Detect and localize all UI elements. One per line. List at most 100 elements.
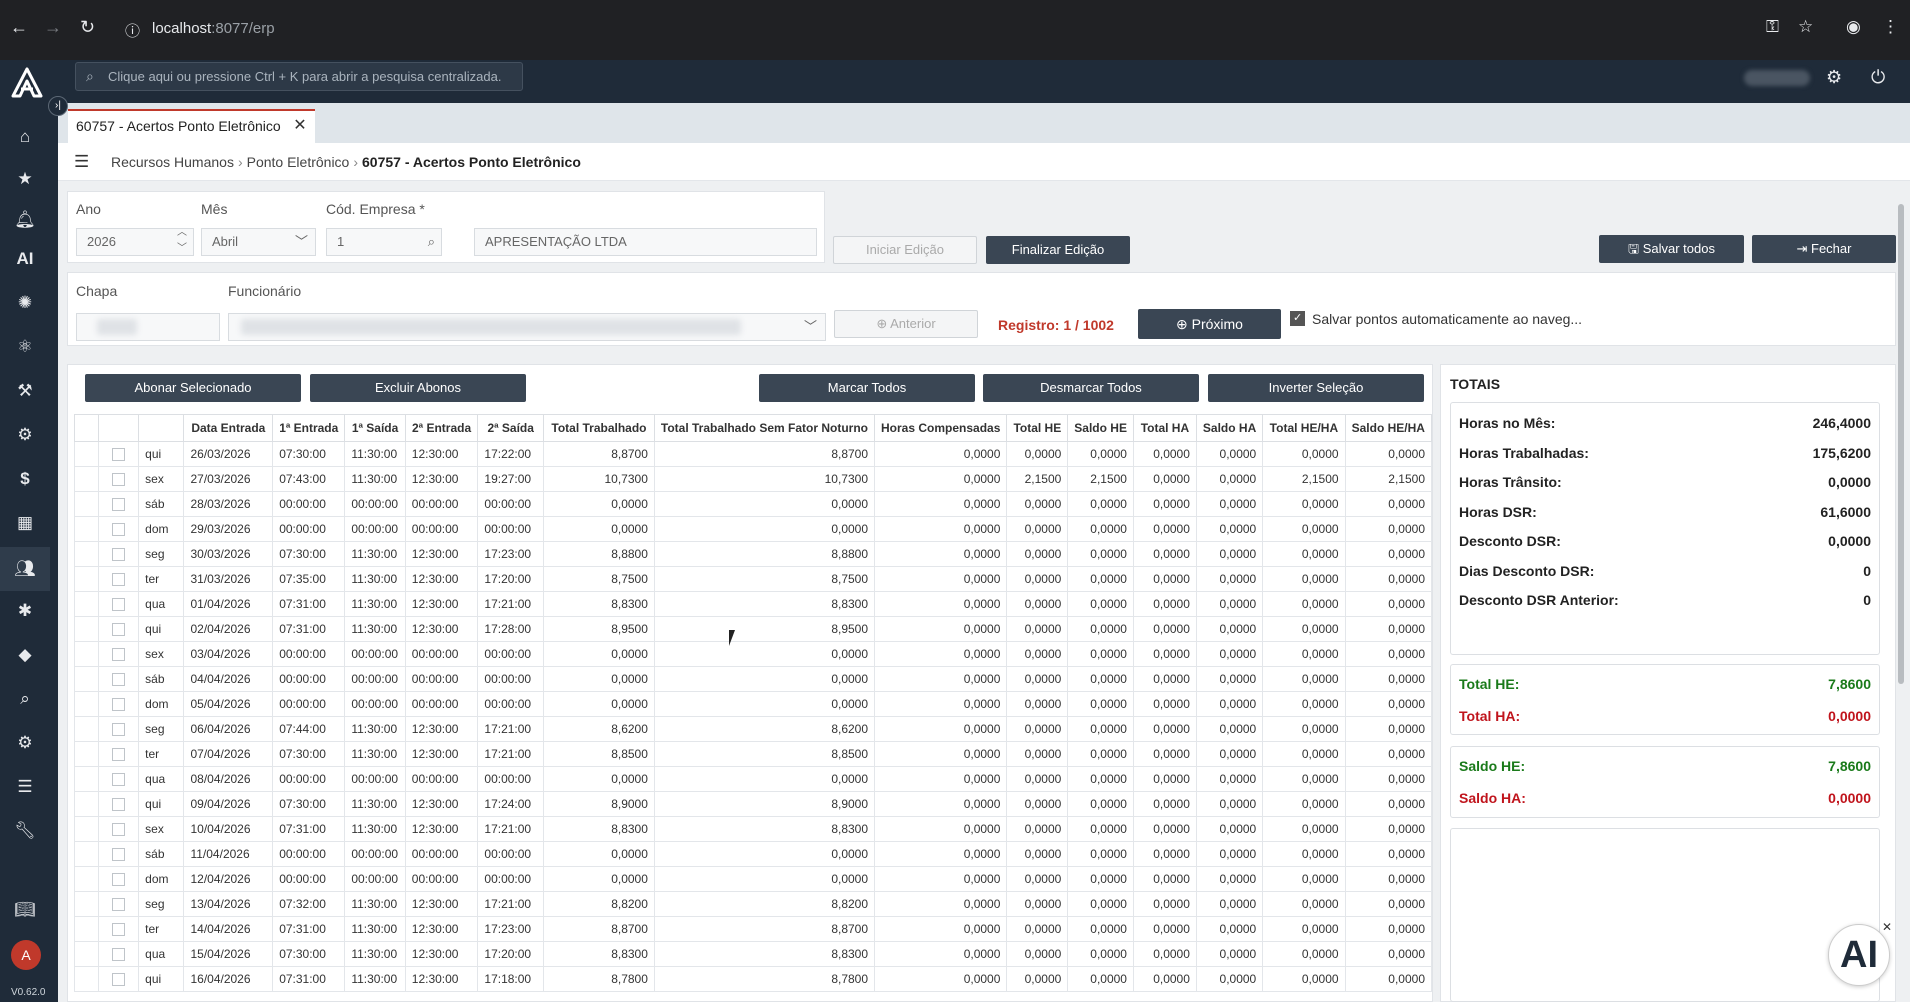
- table-row[interactable]: ter 07/04/2026 07:30:00 11:30:00 12:30:00 17:…: [74, 741, 1432, 767]
- browser-menu-icon[interactable]: ⋮: [1882, 17, 1899, 37]
- network-icon[interactable]: ✱: [0, 601, 50, 621]
- tag-icon[interactable]: ◆: [0, 645, 50, 665]
- notifications-bell-icon[interactable]: 🔔︎: [0, 210, 50, 230]
- reload-icon[interactable]: ↻: [80, 17, 95, 38]
- hamburger-menu-icon[interactable]: ☰: [74, 152, 89, 172]
- user-avatar[interactable]: A: [11, 940, 41, 970]
- row-checkbox[interactable]: [112, 748, 126, 762]
- finalizar-edicao-button[interactable]: Finalizar Edição: [986, 236, 1130, 264]
- user-name-redacted[interactable]: [1744, 70, 1810, 86]
- abonar-selecionado-button[interactable]: Abonar Selecionado: [85, 374, 301, 402]
- forward-icon[interactable]: →: [44, 17, 62, 38]
- module-sun-icon[interactable]: ✺: [0, 293, 50, 313]
- settings-gear-icon[interactable]: ⚙: [1826, 67, 1842, 88]
- ai-menu-icon[interactable]: AI: [0, 249, 50, 269]
- column-header[interactable]: Saldo HE/HA: [1344, 414, 1432, 442]
- row-checkbox[interactable]: [112, 973, 126, 987]
- column-header[interactable]: Horas Compensadas: [874, 414, 1008, 442]
- column-header[interactable]: 2ª Saída: [477, 414, 544, 442]
- table-row[interactable]: dom 05/04/2026 00:00:00 00:00:00 00:00:00 00:…: [74, 691, 1432, 717]
- row-checkbox[interactable]: [112, 573, 126, 587]
- row-checkbox[interactable]: [112, 673, 126, 687]
- row-checkbox[interactable]: [112, 473, 126, 487]
- row-checkbox[interactable]: [112, 898, 126, 912]
- row-checkbox[interactable]: [112, 698, 126, 712]
- excluir-abonos-button[interactable]: Excluir Abonos: [310, 374, 526, 402]
- fechar-button[interactable]: ⇥ Fechar: [1752, 235, 1896, 263]
- favorites-star-icon[interactable]: ★: [0, 169, 50, 189]
- finance-dollar-icon[interactable]: $: [0, 469, 50, 489]
- salvar-todos-button[interactable]: 🖫︎ Salvar todos: [1599, 235, 1744, 263]
- table-row[interactable]: qua 01/04/2026 07:31:00 11:30:00 12:30:00 17:…: [74, 591, 1432, 617]
- table-row[interactable]: qua 08/04/2026 00:00:00 00:00:00 00:00:00 00:…: [74, 766, 1432, 792]
- ano-input[interactable]: 2026 ︿ ﹀: [76, 225, 194, 257]
- column-header[interactable]: Saldo HE: [1067, 414, 1134, 442]
- inverter-selecao-button[interactable]: Inverter Seleção: [1208, 374, 1424, 402]
- cog-settings-icon[interactable]: ⚙: [0, 733, 50, 753]
- site-info-icon[interactable]: ⓘ: [125, 20, 140, 41]
- column-header[interactable]: Total Trabalhado Sem Fator Noturno: [653, 414, 876, 442]
- row-checkbox[interactable]: [112, 848, 126, 862]
- row-checkbox[interactable]: [112, 798, 126, 812]
- table-row[interactable]: sex 10/04/2026 07:31:00 11:30:00 12:30:00 17:…: [74, 816, 1432, 842]
- table-row[interactable]: seg 13/04/2026 07:32:00 11:30:00 12:30:00 17:…: [74, 891, 1432, 917]
- column-header[interactable]: Saldo HA: [1195, 414, 1264, 442]
- back-icon[interactable]: ←: [10, 17, 28, 38]
- empresa-code-input[interactable]: 1 ⌕: [326, 228, 442, 256]
- ai-assistant-close-icon[interactable]: ✕: [1882, 920, 1892, 934]
- wrench-icon[interactable]: 🔧︎: [0, 821, 50, 841]
- column-header[interactable]: Total HE: [1006, 414, 1069, 442]
- marcar-todos-button[interactable]: Marcar Todos: [759, 374, 975, 402]
- table-row[interactable]: sáb 28/03/2026 00:00:00 00:00:00 00:00:00 00:…: [74, 491, 1432, 517]
- row-checkbox[interactable]: [112, 648, 126, 662]
- table-row[interactable]: qua 15/04/2026 07:30:00 11:30:00 12:30:00 17:…: [74, 941, 1432, 967]
- building-icon[interactable]: ▦: [0, 513, 50, 533]
- tab-close-icon[interactable]: ✕: [293, 111, 306, 141]
- row-checkbox[interactable]: [112, 598, 126, 612]
- app-logo[interactable]: [10, 66, 44, 100]
- row-checkbox[interactable]: [112, 548, 126, 562]
- search-docs-icon[interactable]: ⌕: [0, 689, 50, 709]
- column-header[interactable]: Data Entrada: [183, 414, 274, 442]
- global-search-input[interactable]: ⌕ Clique aqui ou pressione Ctrl + K para…: [75, 62, 523, 91]
- spinner-arrows-icon[interactable]: ︿ ﹀: [177, 225, 187, 257]
- sidebar-collapse-icon[interactable]: ›|: [48, 96, 68, 116]
- password-key-icon[interactable]: ⚿: [1766, 17, 1779, 37]
- breadcrumb-item[interactable]: Recursos Humanos: [111, 154, 234, 170]
- table-row[interactable]: qui 16/04/2026 07:31:00 11:30:00 12:30:00 17:…: [74, 966, 1432, 992]
- row-checkbox[interactable]: [112, 523, 126, 537]
- table-row[interactable]: seg 30/03/2026 07:30:00 11:30:00 12:30:00 17:…: [74, 541, 1432, 567]
- funcionario-select[interactable]: ﹀: [228, 313, 826, 341]
- page-scrollbar[interactable]: [1898, 204, 1904, 684]
- module-tools-icon[interactable]: ⚒: [0, 381, 50, 401]
- chapa-input[interactable]: [76, 313, 220, 341]
- row-checkbox[interactable]: [112, 873, 126, 887]
- table-row[interactable]: dom 12/04/2026 00:00:00 00:00:00 00:00:00 00:…: [74, 866, 1432, 892]
- column-header[interactable]: Total HE/HA: [1262, 414, 1346, 442]
- row-checkbox[interactable]: [112, 723, 126, 737]
- proximo-button[interactable]: ⊕ Próximo: [1138, 309, 1281, 339]
- desmarcar-todos-button[interactable]: Desmarcar Todos: [983, 374, 1199, 402]
- row-checkbox[interactable]: [112, 773, 126, 787]
- module-atom-icon[interactable]: ⚛: [0, 337, 50, 357]
- table-row[interactable]: qui 09/04/2026 07:30:00 11:30:00 12:30:00 17:…: [74, 791, 1432, 817]
- column-header[interactable]: Total HA: [1132, 414, 1197, 442]
- row-checkbox[interactable]: [112, 498, 126, 512]
- table-row[interactable]: qui 02/04/2026 07:31:00 11:30:00 12:30:00 17:…: [74, 616, 1432, 642]
- breadcrumb-item[interactable]: Ponto Eletrônico: [247, 154, 350, 170]
- home-icon[interactable]: ⌂: [0, 127, 50, 147]
- row-checkbox[interactable]: [112, 448, 126, 462]
- address-bar[interactable]: localhost:8077/erp: [152, 20, 275, 37]
- tab-acertos-ponto[interactable]: 60757 - Acertos Ponto Eletrônico ✕: [68, 109, 315, 143]
- table-row[interactable]: sex 03/04/2026 00:00:00 00:00:00 00:00:00 00:…: [74, 641, 1432, 667]
- column-header[interactable]: 2ª Entrada: [404, 414, 479, 442]
- table-row[interactable]: sáb 04/04/2026 00:00:00 00:00:00 00:00:00 00:…: [74, 666, 1432, 692]
- column-header[interactable]: 1ª Entrada: [272, 414, 346, 442]
- row-checkbox[interactable]: [112, 623, 126, 637]
- row-checkbox[interactable]: [112, 923, 126, 937]
- human-resources-users-icon[interactable]: 👥︎: [0, 547, 50, 591]
- profile-icon[interactable]: ◉: [1846, 17, 1861, 37]
- table-row[interactable]: seg 06/04/2026 07:44:00 11:30:00 12:30:00 17:…: [74, 716, 1432, 742]
- column-header[interactable]: Total Trabalhado: [542, 414, 655, 442]
- row-checkbox[interactable]: [112, 823, 126, 837]
